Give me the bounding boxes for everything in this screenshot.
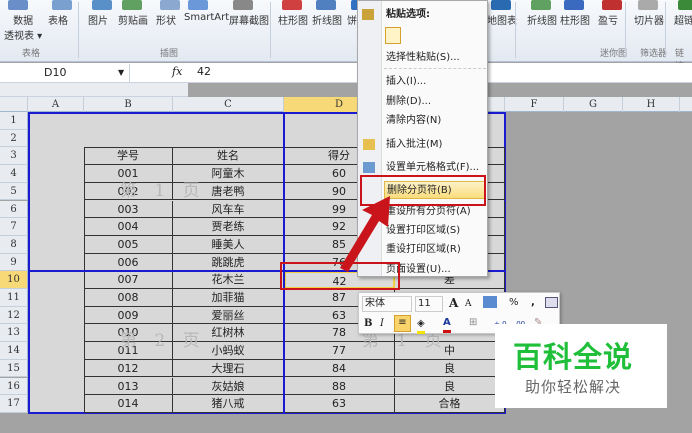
watermark-title: 百科全说	[513, 340, 634, 374]
font-select[interactable]: 宋体	[362, 296, 412, 312]
bold-button[interactable]: B	[364, 317, 372, 331]
borders-icon[interactable]: ⊞	[469, 316, 477, 330]
comma-button[interactable]: ,	[531, 296, 535, 310]
fill-color-icon[interactable]: ◈	[417, 317, 425, 334]
watermark-subtitle: 助你轻松解决	[525, 378, 622, 396]
grow-font-button[interactable]: A	[449, 296, 458, 310]
merge-icon[interactable]	[545, 297, 558, 308]
center-align-icon[interactable]: ≡	[394, 315, 411, 332]
percent-button[interactable]: %	[509, 296, 519, 310]
italic-button[interactable]: I	[380, 317, 384, 331]
shrink-font-button[interactable]: A	[465, 297, 472, 311]
watermark-logo: 百科全说 助你轻松解决	[495, 324, 667, 408]
font-color-icon[interactable]: A	[443, 316, 451, 333]
font-size-select[interactable]: 11	[415, 296, 443, 312]
format-painter-icon[interactable]	[483, 296, 497, 308]
